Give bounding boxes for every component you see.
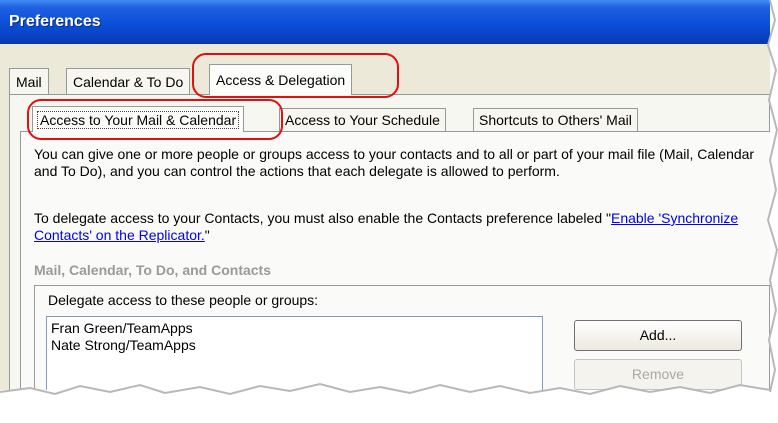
tab-calendar-label: Calendar & To Do — [73, 74, 184, 90]
list-item[interactable]: Fran Green/TeamApps — [51, 320, 538, 337]
delegates-list[interactable]: Fran Green/TeamApps Nate Strong/TeamApps — [46, 316, 543, 390]
tab-access-delegation[interactable]: Access & Delegation — [209, 64, 353, 95]
contacts-note: To delegate access to your Contacts, you… — [34, 210, 759, 244]
subtab-shortcuts-others-mail[interactable]: Shortcuts to Others' Mail — [473, 108, 638, 131]
intro-text: You can give one or more people or group… — [34, 146, 755, 179]
preferences-window: Preferences Mail Calendar & To Do Access… — [0, 0, 770, 390]
tab-mail-label: Mail — [16, 74, 42, 90]
window-title: Preferences — [9, 13, 101, 30]
contacts-note-suffix: " — [204, 227, 210, 243]
tab-access-label: Access & Delegation — [216, 72, 346, 88]
subtab-access-mail-label: Access to Your Mail & Calendar — [36, 111, 240, 129]
subtab-shortcuts-label: Shortcuts to Others' Mail — [479, 112, 632, 128]
delegates-caption: Delegate access to these people or group… — [48, 292, 319, 308]
tab-mail[interactable]: Mail — [9, 68, 49, 94]
subtab-access-mail-calendar[interactable]: Access to Your Mail & Calendar — [32, 106, 245, 132]
subtab-schedule-label: Access to Your Schedule — [285, 112, 440, 128]
contacts-note-text: To delegate access to your Contacts, you… — [34, 210, 611, 226]
title-bar: Preferences — [0, 0, 770, 44]
subtab-access-schedule[interactable]: Access to Your Schedule — [279, 108, 446, 131]
section-title: Mail, Calendar, To Do, and Contacts — [34, 262, 271, 278]
remove-button[interactable]: Remove — [574, 359, 742, 390]
tab-calendar-to-do[interactable]: Calendar & To Do — [66, 68, 191, 94]
list-item[interactable]: Nate Strong/TeamApps — [51, 337, 538, 354]
add-button[interactable]: Add... — [574, 320, 742, 351]
